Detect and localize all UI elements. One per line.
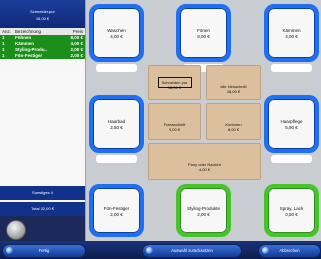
order-table-header: Anz. Bezeichnung Preis xyxy=(0,28,85,35)
app-window: Schneider.pur 18,00 € Anz. Bezeichnung P… xyxy=(0,0,321,259)
tile-styling-produkte[interactable]: Styling-Produkte 2,00 € xyxy=(176,184,231,237)
orb-icon xyxy=(146,247,153,254)
tile-label: Fön-Festiger xyxy=(103,206,130,211)
tile-price: 4,00 € xyxy=(285,34,298,39)
total-box: Total 32,00 € xyxy=(0,202,85,216)
row-name: Fön-Festiger xyxy=(15,53,43,58)
tile-shine xyxy=(271,155,312,163)
tile-price: 2,00 € xyxy=(110,212,123,217)
order-list-empty-area xyxy=(0,70,85,184)
tile-price: 0,50 € xyxy=(285,212,298,217)
service-price: 4,00 € xyxy=(198,167,211,172)
tile-label: Haarbad xyxy=(107,119,126,124)
row-qty: 1 xyxy=(2,53,5,58)
tile-label: Kämmen xyxy=(282,28,301,33)
tile-price: 2,00 € xyxy=(197,212,210,217)
reset-selection-button[interactable]: Auswahl zurücksetzen xyxy=(142,244,242,258)
column-qty: Anz. xyxy=(2,29,12,34)
tile-shine xyxy=(96,64,137,72)
tile-price: 4,00 € xyxy=(110,34,123,39)
round-action-button[interactable] xyxy=(6,220,26,240)
tile-foen-festiger[interactable]: Fön-Festiger 2,00 € xyxy=(89,184,144,237)
tile-haarbad[interactable]: Haarbad 2,50 € xyxy=(89,95,144,153)
tile-price: 8,00 € xyxy=(197,34,210,39)
tile-price: 5,90 € xyxy=(285,125,298,130)
tile-haarpflege[interactable]: Haarpflege 5,90 € xyxy=(264,95,319,153)
service-price: 9,00 € xyxy=(168,127,181,132)
fertig-button[interactable]: Fertig xyxy=(2,244,86,258)
service-price: 18,00 € xyxy=(226,89,241,94)
tile-label: Styling-Produkte xyxy=(186,206,221,211)
tile-label: Waschen xyxy=(107,28,126,33)
row-price: 2,00 € xyxy=(70,53,83,58)
orb-icon xyxy=(262,247,269,254)
order-panel: Schneider.pur 18,00 € Anz. Bezeichnung P… xyxy=(0,0,86,259)
service-fransschnitt[interactable]: Fransschnitt 9,00 € xyxy=(148,103,201,140)
service-konturen[interactable]: Konturen 8,00 € xyxy=(206,103,261,140)
tile-kaemmen[interactable]: Kämmen 4,00 € xyxy=(264,4,319,62)
service-schneiden-pur[interactable]: Schneiden pur 18,00 € xyxy=(148,65,201,100)
tile-foenen[interactable]: Fönen 8,00 € xyxy=(176,4,231,62)
service-price: 8,00 € xyxy=(227,127,240,132)
table-row[interactable]: 1 Fön-Festiger 2,00 € xyxy=(0,53,85,59)
order-header: Schneider.pur 18,00 € xyxy=(0,0,85,28)
abbrechen-button[interactable]: Abbrechen xyxy=(258,244,321,258)
orb-icon xyxy=(6,247,13,254)
tile-price: 2,50 € xyxy=(110,125,123,130)
order-header-price: 18,00 € xyxy=(35,16,50,21)
fertig-label: Fertig xyxy=(38,248,50,253)
order-header-title: Schneider.pur xyxy=(30,9,55,14)
tile-label: Spray, Lack xyxy=(279,206,304,211)
reset-selection-label: Auswahl zurücksetzen xyxy=(171,248,213,253)
tile-label: Haarpflege xyxy=(280,119,303,124)
column-name: Bezeichnung xyxy=(15,29,42,34)
column-price: Preis xyxy=(72,29,83,34)
tile-waschen[interactable]: Waschen 4,00 € xyxy=(89,4,144,62)
tile-shine xyxy=(96,155,137,163)
tile-label: Fönen xyxy=(197,28,210,33)
tile-spray-lack[interactable]: Spray, Lack 0,50 € xyxy=(264,184,319,237)
service-price: 18,00 € xyxy=(167,85,182,90)
abbrechen-label: Abbrechen xyxy=(279,248,300,253)
subtotal-box: Sonstiges 4 xyxy=(0,186,85,200)
service-alle-neuschnitt[interactable]: alle Neuschnitt 18,00 € xyxy=(206,65,261,100)
service-pony-oder-nacken[interactable]: Pony oder Nacken 4,00 € xyxy=(148,143,261,180)
tile-shine xyxy=(271,64,312,72)
